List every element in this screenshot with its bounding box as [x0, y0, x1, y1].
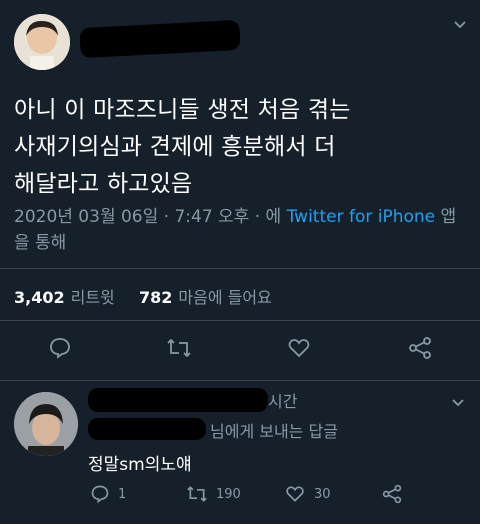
divider: [0, 320, 480, 321]
redacted-author-name: [79, 19, 241, 59]
redacted-mention: [88, 418, 206, 440]
reply-retweet-count: 190: [216, 487, 241, 502]
source-link[interactable]: Twitter for iPhone: [287, 207, 436, 227]
tweet-text: 아니 이 마조즈니들 생전 처음 겪는 사재기의심과 견제에 흥분해서 더 해달…: [14, 97, 351, 197]
redacted-reply-author-name: [88, 388, 268, 412]
reply-more-options-chevron-icon[interactable]: [450, 394, 466, 410]
reply-reply-count: 1: [118, 487, 127, 502]
reply-share-icon[interactable]: [382, 484, 402, 508]
retweet-label: 리트윗: [70, 288, 115, 307]
retweet-icon[interactable]: [166, 336, 192, 364]
more-options-chevron-icon[interactable]: [452, 16, 468, 32]
divider: [0, 380, 480, 381]
like-count: 782: [138, 288, 173, 307]
reply-like-count: 30: [314, 487, 331, 502]
share-icon[interactable]: [408, 336, 432, 364]
reply-author-avatar[interactable]: [14, 392, 78, 456]
retweet-stat[interactable]: 3,402 리트윗: [14, 288, 115, 307]
reply-retweet-icon[interactable]: [186, 484, 208, 508]
reply-icon[interactable]: [48, 336, 72, 364]
replying-to: 님에게 보내는 답글: [210, 422, 338, 441]
reply-like-icon[interactable]: [285, 484, 305, 508]
reply-reply-icon[interactable]: [90, 484, 110, 508]
like-stat[interactable]: 782 마음에 들어요: [139, 288, 272, 307]
tweet-timestamp: 2020년 03월 06일 · 7:47 오후 · 에: [14, 207, 287, 227]
divider: [0, 268, 480, 269]
tweet-meta: 2020년 03월 06일 · 7:47 오후 · 에 Twitter for …: [14, 204, 464, 256]
reply-timestamp: 시간: [268, 392, 298, 411]
retweet-count: 3,402: [14, 288, 65, 307]
like-icon[interactable]: [287, 336, 311, 364]
author-avatar[interactable]: [14, 14, 70, 70]
reply-text: 정말sm의노얘: [88, 455, 192, 475]
tweet-stats: 3,402 리트윗 782 마음에 들어요: [14, 284, 272, 308]
like-label: 마음에 들어요: [178, 288, 272, 307]
